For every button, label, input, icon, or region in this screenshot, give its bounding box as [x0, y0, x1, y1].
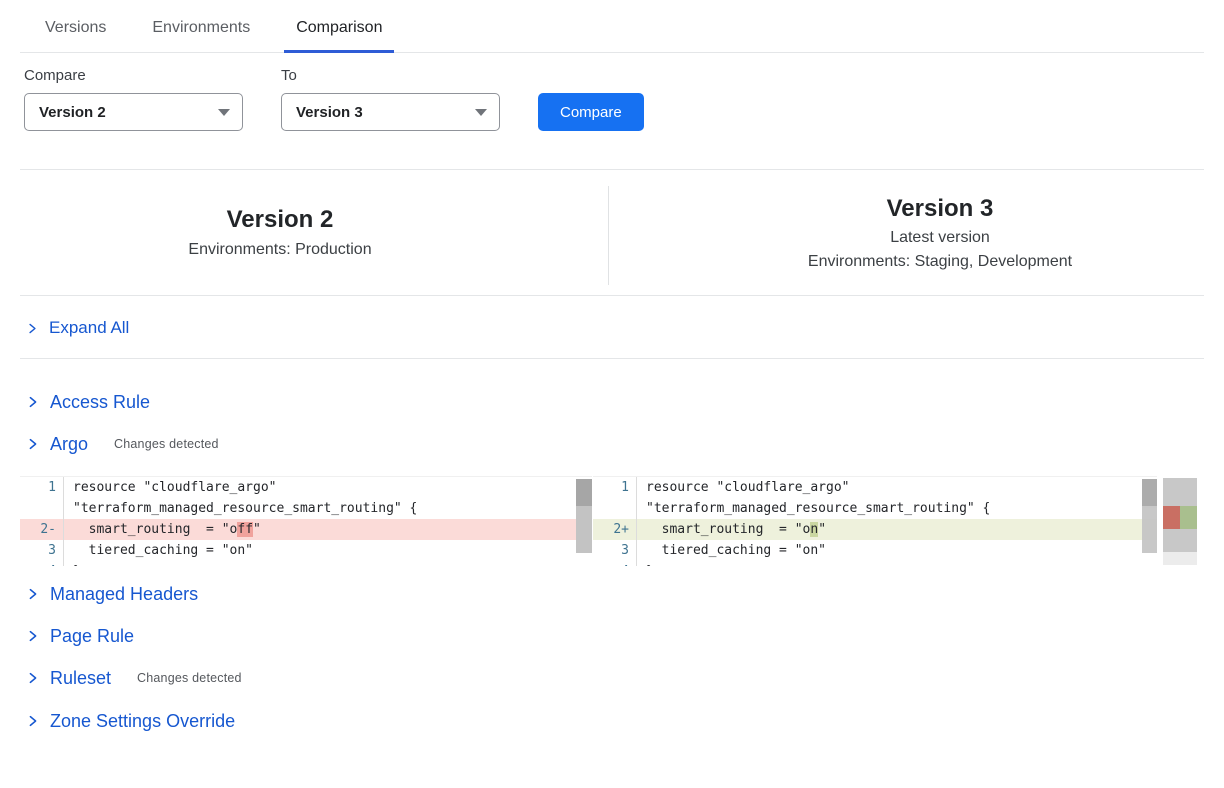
right-version-environments: Environments: Staging, Development: [808, 253, 1072, 271]
code-line-removed: 2- smart_routing = "off": [20, 519, 592, 540]
code-text: }: [64, 561, 81, 566]
line-number: 2-: [20, 519, 64, 540]
section-label: Ruleset: [50, 668, 111, 689]
changes-detected-badge: Changes detected: [114, 437, 219, 451]
code-text: tiered_caching = "on": [637, 540, 826, 561]
chevron-right-icon: [26, 437, 40, 451]
section-label: Access Rule: [50, 392, 150, 413]
code-line: 3 tiered_caching = "on": [593, 540, 1157, 561]
section-managed-headers[interactable]: Managed Headers: [20, 581, 1204, 607]
right-version-header: Version 3 Latest version Environments: S…: [648, 170, 1224, 295]
removed-word-highlight: ff: [237, 522, 253, 537]
compare-label: Compare: [24, 67, 243, 84]
tab-versions[interactable]: Versions: [33, 0, 118, 52]
code-text: smart_routing = "off": [64, 519, 261, 540]
chevron-right-icon: [26, 629, 40, 643]
section-label: Managed Headers: [50, 584, 198, 605]
section-label: Zone Settings Override: [50, 711, 235, 732]
right-version-latest: Latest version: [890, 229, 990, 247]
code-post: ": [818, 522, 826, 537]
code-text: "terraform_managed_resource_smart_routin…: [64, 498, 417, 519]
to-field: To Version 3: [281, 67, 500, 131]
code-text: tiered_caching = "on": [64, 540, 253, 561]
diff-panel-right[interactable]: 1resource "cloudflare_argo" "terraform_m…: [593, 476, 1157, 566]
code-post: ": [253, 522, 261, 537]
scrollbar[interactable]: [576, 479, 592, 553]
changes-detected-badge: Changes detected: [137, 671, 242, 685]
minimap-tail: [1163, 552, 1197, 565]
chevron-right-icon: [26, 395, 40, 409]
section-page-rule[interactable]: Page Rule: [20, 623, 1204, 649]
scrollbar-thumb[interactable]: [1142, 479, 1157, 506]
left-version-environments: Environments: Production: [188, 241, 371, 259]
compare-select-value: Version 2: [39, 104, 106, 121]
version-headers: Version 2 Environments: Production Versi…: [20, 170, 1204, 295]
expand-all-button[interactable]: Expand All: [20, 296, 1204, 358]
code-text: }: [637, 561, 654, 566]
expand-all-label: Expand All: [49, 318, 129, 338]
line-number: 2+: [593, 519, 637, 540]
comparison-page: Versions Environments Comparison Compare…: [0, 0, 1224, 774]
argo-diff-viewer: 1resource "cloudflare_argo" "terraform_m…: [20, 476, 1204, 566]
left-version-title: Version 2: [227, 206, 334, 234]
code-line-added: 2+ smart_routing = "on": [593, 519, 1157, 540]
chevron-right-icon: [26, 587, 40, 601]
section-argo[interactable]: Argo Changes detected: [20, 431, 1204, 457]
code-pre: smart_routing = "o: [646, 522, 810, 537]
code-line: 1resource "cloudflare_argo": [593, 477, 1157, 498]
chevron-down-icon: [475, 109, 487, 116]
line-number: 4: [20, 561, 64, 566]
code-text: smart_routing = "on": [637, 519, 826, 540]
scrollbar[interactable]: [1142, 479, 1157, 553]
code-text: resource "cloudflare_argo": [64, 477, 277, 498]
line-number: [593, 498, 637, 519]
to-select-value: Version 3: [296, 104, 363, 121]
diff-panel-left[interactable]: 1resource "cloudflare_argo" "terraform_m…: [20, 476, 592, 566]
code-line: 3 tiered_caching = "on": [20, 540, 592, 561]
line-number: 3: [20, 540, 64, 561]
code-pre: smart_routing = "o: [73, 522, 237, 537]
line-number: [20, 498, 64, 519]
code-line: 4}: [20, 561, 592, 566]
to-version-select[interactable]: Version 3: [281, 93, 500, 131]
compare-field: Compare Version 2: [24, 67, 243, 131]
code-line-wrap: "terraform_managed_resource_smart_routin…: [593, 498, 1157, 519]
chevron-right-icon: [26, 322, 39, 335]
code-line: 4}: [593, 561, 1157, 566]
tab-comparison[interactable]: Comparison: [284, 0, 394, 52]
line-number: 1: [20, 477, 64, 498]
line-number: 4: [593, 561, 637, 566]
tab-environments[interactable]: Environments: [140, 0, 262, 52]
compare-button[interactable]: Compare: [538, 93, 644, 131]
code-line: 1resource "cloudflare_argo": [20, 477, 592, 498]
section-zone-settings-override[interactable]: Zone Settings Override: [20, 708, 1204, 734]
vertical-divider: [608, 186, 609, 285]
scrollbar-thumb[interactable]: [576, 479, 592, 506]
compare-version-select[interactable]: Version 2: [24, 93, 243, 131]
chevron-right-icon: [26, 671, 40, 685]
tab-bar: Versions Environments Comparison: [20, 0, 1204, 53]
section-access-rule[interactable]: Access Rule: [20, 389, 1204, 415]
line-number: 1: [593, 477, 637, 498]
chevron-right-icon: [26, 714, 40, 728]
minimap-removed-marker: [1163, 506, 1180, 529]
left-version-header: Version 2 Environments: Production: [20, 170, 540, 295]
divider: [20, 358, 1204, 359]
line-number: 3: [593, 540, 637, 561]
section-label: Argo: [50, 434, 88, 455]
code-text: "terraform_managed_resource_smart_routin…: [637, 498, 990, 519]
code-line-wrap: "terraform_managed_resource_smart_routin…: [20, 498, 592, 519]
section-ruleset[interactable]: Ruleset Changes detected: [20, 665, 1204, 691]
compare-form: Compare Version 2 To Version 3 Compare: [20, 67, 1204, 131]
code-text: resource "cloudflare_argo": [637, 477, 850, 498]
section-label: Page Rule: [50, 626, 134, 647]
diff-overview-ruler[interactable]: [1163, 478, 1197, 552]
right-version-title: Version 3: [887, 195, 994, 223]
to-label: To: [281, 67, 500, 84]
minimap-added-marker: [1180, 506, 1197, 529]
chevron-down-icon: [218, 109, 230, 116]
